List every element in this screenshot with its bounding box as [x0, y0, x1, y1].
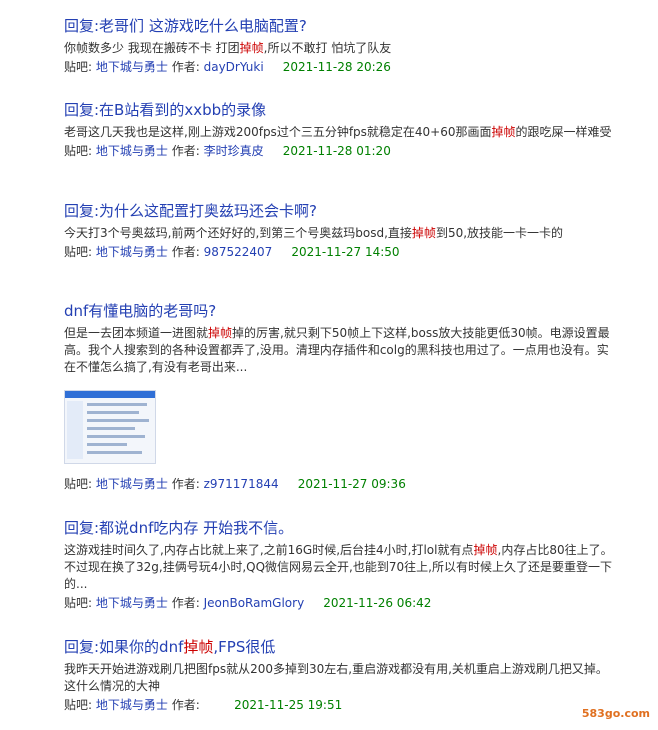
forum-label: 贴吧:: [64, 144, 93, 158]
forum-link[interactable]: 地下城与勇士: [96, 477, 168, 491]
snippet-text: 的跟吃屎一样难受: [515, 125, 612, 139]
forum-link[interactable]: 地下城与勇士: [96, 60, 168, 74]
result-meta: 贴吧: 地下城与勇士 作者: JeonBoRamGlory 2021-11-26…: [64, 595, 624, 612]
forum-link[interactable]: 地下城与勇士: [96, 144, 168, 158]
result-item: 回复:为什么这配置打奥兹玛还会卡啊? 今天打3个号奥兹玛,前两个还好好的,到第三…: [64, 201, 624, 261]
snippet-highlight: 掉帧: [239, 41, 264, 55]
result-snippet: 你帧数多少 我现在搬砖不卡 打团掉帧,所以不敢打 怕坑了队友: [64, 40, 619, 57]
author-label: 作者:: [171, 245, 200, 259]
snippet-text: 老哥这几天我也是这样,刚上游戏200fps过个三五分钟fps就稳定在40+60那…: [64, 125, 492, 139]
author-link[interactable]: 987522407: [204, 245, 273, 259]
site-watermark: 583go.com: [581, 707, 650, 720]
result-title-link[interactable]: 回复:如果你的dnf掉帧,FPS很低: [64, 637, 624, 657]
result-title-link[interactable]: 回复:都说dnf吃内存 开始我不信。: [64, 518, 624, 538]
result-snippet: 但是一去团本频道一进图就掉帧掉的厉害,就只剩下50帧上下这样,boss放大技能更…: [64, 325, 619, 376]
result-title-text[interactable]: 回复:在B站看到的xxbb的录像: [64, 101, 266, 119]
result-item: dnf有懂电脑的老哥吗? 但是一去团本频道一进图就掉帧掉的厉害,就只剩下50帧上…: [64, 301, 624, 493]
thumbnail-sidebar: [67, 401, 83, 459]
result-meta: 贴吧: 地下城与勇士 作者: z971171844 2021-11-27 09:…: [64, 476, 624, 493]
post-date: 2021-11-27 09:36: [297, 477, 406, 491]
thumbnail-row: [87, 443, 127, 446]
forum-link[interactable]: 地下城与勇士: [96, 698, 168, 712]
author-label: 作者:: [171, 698, 200, 712]
snippet-highlight: 掉帧: [208, 326, 233, 340]
snippet-highlight: 掉帧: [473, 543, 498, 557]
forum-label: 贴吧:: [64, 60, 93, 74]
snippet-text: 今天打3个号奥兹玛,前两个还好好的,到第三个号奥兹玛bosd,直接: [64, 226, 412, 240]
result-snippet: 这游戏挂时间久了,内存占比就上来了,之前16G时候,后台挂4小时,打lol就有点…: [64, 542, 619, 593]
post-date: 2021-11-28 01:20: [282, 144, 391, 158]
snippet-highlight: 掉帧: [411, 226, 436, 240]
result-thumbnail[interactable]: [64, 390, 156, 464]
result-item: 回复:都说dnf吃内存 开始我不信。 这游戏挂时间久了,内存占比就上来了,之前1…: [64, 518, 624, 612]
result-title-text[interactable]: ,FPS很低: [213, 638, 275, 656]
result-title-text[interactable]: dnf有懂电脑的老哥吗?: [64, 302, 216, 320]
result-snippet: 老哥这几天我也是这样,刚上游戏200fps过个三五分钟fps就稳定在40+60那…: [64, 124, 619, 141]
result-snippet: 我昨天开始进游戏刷几把图fps就从200多掉到30左右,重启游戏都没有用,关机重…: [64, 661, 619, 695]
result-item: 回复:如果你的dnf掉帧,FPS很低 我昨天开始进游戏刷几把图fps就从200多…: [64, 637, 624, 714]
thumbnail-row: [87, 427, 135, 430]
result-item: 回复:在B站看到的xxbb的录像 老哥这几天我也是这样,刚上游戏200fps过个…: [64, 100, 624, 160]
post-date: 2021-11-25 19:51: [234, 698, 343, 712]
author-label: 作者:: [171, 60, 200, 74]
author-link[interactable]: dayDrYuki: [204, 60, 264, 74]
result-title-link[interactable]: 回复:为什么这配置打奥兹玛还会卡啊?: [64, 201, 624, 221]
snippet-text: ,所以不敢打 怕坑了队友: [263, 41, 392, 55]
forum-link[interactable]: 地下城与勇士: [96, 596, 168, 610]
thumbnail-titlebar: [65, 391, 155, 398]
result-title-link[interactable]: dnf有懂电脑的老哥吗?: [64, 301, 624, 321]
thumbnail-row: [87, 403, 147, 406]
result-meta: 贴吧: 地下城与勇士 作者: 李时珍真皮 2021-11-28 01:20: [64, 143, 624, 160]
author-label: 作者:: [171, 144, 200, 158]
result-title-text[interactable]: 回复:都说dnf吃内存 开始我不信。: [64, 519, 293, 537]
post-date: 2021-11-26 06:42: [323, 596, 432, 610]
snippet-text: 但是一去团本频道一进图就: [64, 326, 209, 340]
snippet-text: 我昨天开始进游戏刷几把图fps就从200多掉到30左右,重启游戏都没有用,关机重…: [64, 662, 608, 693]
forum-label: 贴吧:: [64, 596, 93, 610]
result-title-text[interactable]: 回复:如果你的dnf: [64, 638, 183, 656]
author-link[interactable]: z971171844: [204, 477, 279, 491]
post-date: 2021-11-28 20:26: [282, 60, 391, 74]
author-label: 作者:: [171, 596, 200, 610]
result-meta: 贴吧: 地下城与勇士 作者: 2021-11-25 19:51: [64, 697, 624, 714]
result-meta: 贴吧: 地下城与勇士 作者: dayDrYuki 2021-11-28 20:2…: [64, 59, 624, 76]
thumbnail-row: [87, 419, 149, 422]
forum-label: 贴吧:: [64, 477, 93, 491]
post-date: 2021-11-27 14:50: [291, 245, 400, 259]
snippet-text: 到50,放技能一卡一卡的: [435, 226, 564, 240]
result-meta: 贴吧: 地下城与勇士 作者: 987522407 2021-11-27 14:5…: [64, 244, 624, 261]
forum-label: 贴吧:: [64, 698, 93, 712]
thumbnail-row: [87, 411, 139, 414]
thumbnail-row: [87, 451, 142, 454]
result-title-text[interactable]: 回复:老哥们 这游戏吃什么电脑配置?: [64, 17, 307, 35]
snippet-highlight: 掉帧: [491, 125, 516, 139]
forum-link[interactable]: 地下城与勇士: [96, 245, 168, 259]
forum-label: 贴吧:: [64, 245, 93, 259]
author-label: 作者:: [171, 477, 200, 491]
author-link[interactable]: 李时珍真皮: [204, 144, 264, 158]
snippet-text: 你帧数多少 我现在搬砖不卡 打团: [64, 41, 240, 55]
thumbnail-row: [87, 435, 145, 438]
result-title-link[interactable]: 回复:老哥们 这游戏吃什么电脑配置?: [64, 16, 624, 36]
author-link[interactable]: JeonBoRamGlory: [204, 596, 305, 610]
result-title-text[interactable]: 回复:为什么这配置打奥兹玛还会卡啊?: [64, 202, 317, 220]
snippet-text: 这游戏挂时间久了,内存占比就上来了,之前16G时候,后台挂4小时,打lol就有点: [64, 543, 474, 557]
result-title-highlight[interactable]: 掉帧: [183, 638, 213, 656]
result-snippet: 今天打3个号奥兹玛,前两个还好好的,到第三个号奥兹玛bosd,直接掉帧到50,放…: [64, 225, 619, 242]
result-title-link[interactable]: 回复:在B站看到的xxbb的录像: [64, 100, 624, 120]
result-item: 回复:老哥们 这游戏吃什么电脑配置? 你帧数多少 我现在搬砖不卡 打团掉帧,所以…: [64, 16, 624, 76]
